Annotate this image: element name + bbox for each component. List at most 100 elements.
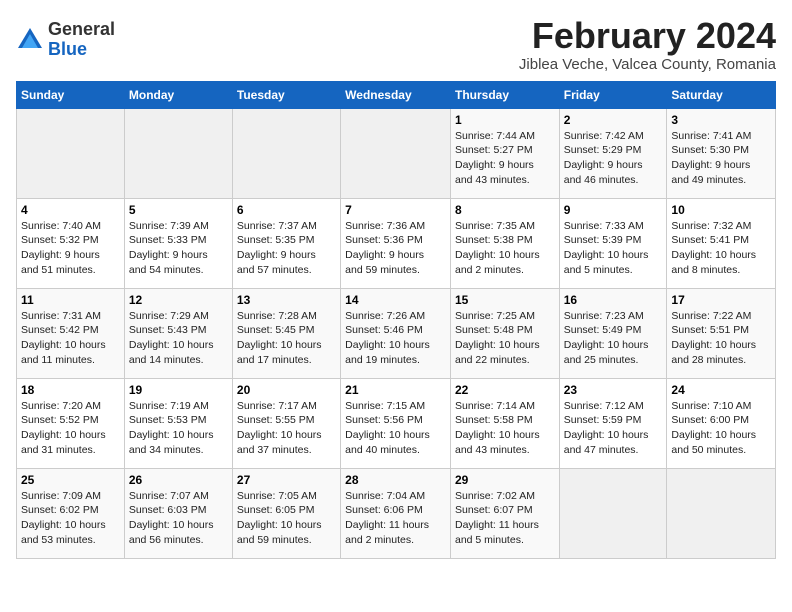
header-row: SundayMondayTuesdayWednesdayThursdayFrid…	[17, 81, 776, 108]
day-number: 12	[129, 293, 228, 307]
day-number: 2	[564, 113, 663, 127]
day-number: 18	[21, 383, 120, 397]
calendar-cell	[124, 108, 232, 198]
calendar-body: 1Sunrise: 7:44 AM Sunset: 5:27 PM Daylig…	[17, 108, 776, 558]
day-info: Sunrise: 7:40 AM Sunset: 5:32 PM Dayligh…	[21, 219, 120, 278]
calendar-cell: 24 Sunrise: 7:10 AM Sunset: 6:00 PM Dayli…	[667, 378, 776, 468]
calendar-cell: 28 Sunrise: 7:04 AM Sunset: 6:06 PM Dayli…	[341, 468, 451, 558]
calendar-cell: 25Sunrise: 7:09 AM Sunset: 6:02 PM Dayli…	[17, 468, 125, 558]
week-row-5: 25Sunrise: 7:09 AM Sunset: 6:02 PM Dayli…	[17, 468, 776, 558]
day-number: 15	[455, 293, 555, 307]
calendar-cell: 4 Sunrise: 7:40 AM Sunset: 5:32 PM Daylig…	[17, 198, 125, 288]
day-number: 11	[21, 293, 120, 307]
calendar-header: SundayMondayTuesdayWednesdayThursdayFrid…	[17, 81, 776, 108]
calendar-cell: 11 Sunrise: 7:31 AM Sunset: 5:42 PM Dayli…	[17, 288, 125, 378]
day-number: 13	[237, 293, 336, 307]
day-number: 21	[345, 383, 446, 397]
calendar-cell: 23 Sunrise: 7:12 AM Sunset: 5:59 PM Dayli…	[559, 378, 667, 468]
calendar-cell: 3 Sunrise: 7:41 AM Sunset: 5:30 PM Daylig…	[667, 108, 776, 198]
day-number: 3	[671, 113, 771, 127]
day-info: Sunrise: 7:04 AM Sunset: 6:06 PM Dayligh…	[345, 489, 446, 548]
header-day-saturday: Saturday	[667, 81, 776, 108]
day-info: Sunrise: 7:14 AM Sunset: 5:58 PM Dayligh…	[455, 399, 555, 458]
day-info: Sunrise: 7:19 AM Sunset: 5:53 PM Dayligh…	[129, 399, 228, 458]
day-info: Sunrise: 7:35 AM Sunset: 5:38 PM Dayligh…	[455, 219, 555, 278]
logo: General Blue	[16, 20, 115, 60]
day-info: Sunrise: 7:12 AM Sunset: 5:59 PM Dayligh…	[564, 399, 663, 458]
page-header: General Blue February 2024 Jiblea Veche,…	[16, 16, 776, 73]
day-number: 9	[564, 203, 663, 217]
calendar-cell: 17Sunrise: 7:22 AM Sunset: 5:51 PM Dayli…	[667, 288, 776, 378]
day-info: Sunrise: 7:02 AM Sunset: 6:07 PM Dayligh…	[455, 489, 555, 548]
day-number: 25	[21, 473, 120, 487]
header-day-friday: Friday	[559, 81, 667, 108]
subtitle: Jiblea Veche, Valcea County, Romania	[519, 56, 776, 73]
day-info: Sunrise: 7:05 AM Sunset: 6:05 PM Dayligh…	[237, 489, 336, 548]
day-number: 22	[455, 383, 555, 397]
day-info: Sunrise: 7:36 AM Sunset: 5:36 PM Dayligh…	[345, 219, 446, 278]
title-section: February 2024 Jiblea Veche, Valcea Count…	[519, 16, 776, 73]
calendar-cell: 2 Sunrise: 7:42 AM Sunset: 5:29 PM Daylig…	[559, 108, 667, 198]
day-number: 20	[237, 383, 336, 397]
day-info: Sunrise: 7:28 AM Sunset: 5:45 PM Dayligh…	[237, 309, 336, 368]
calendar-cell: 1Sunrise: 7:44 AM Sunset: 5:27 PM Daylig…	[450, 108, 559, 198]
calendar-cell: 29 Sunrise: 7:02 AM Sunset: 6:07 PM Dayli…	[450, 468, 559, 558]
day-info: Sunrise: 7:25 AM Sunset: 5:48 PM Dayligh…	[455, 309, 555, 368]
day-number: 10	[671, 203, 771, 217]
day-info: Sunrise: 7:15 AM Sunset: 5:56 PM Dayligh…	[345, 399, 446, 458]
day-info: Sunrise: 7:37 AM Sunset: 5:35 PM Dayligh…	[237, 219, 336, 278]
day-number: 27	[237, 473, 336, 487]
calendar-cell	[232, 108, 340, 198]
main-title: February 2024	[519, 16, 776, 56]
header-day-sunday: Sunday	[17, 81, 125, 108]
calendar-cell: 18 Sunrise: 7:20 AM Sunset: 5:52 PM Dayli…	[17, 378, 125, 468]
header-day-tuesday: Tuesday	[232, 81, 340, 108]
day-info: Sunrise: 7:42 AM Sunset: 5:29 PM Dayligh…	[564, 129, 663, 188]
calendar-cell: 10 Sunrise: 7:32 AM Sunset: 5:41 PM Dayli…	[667, 198, 776, 288]
day-info: Sunrise: 7:31 AM Sunset: 5:42 PM Dayligh…	[21, 309, 120, 368]
day-number: 6	[237, 203, 336, 217]
logo-icon	[16, 26, 44, 54]
calendar-cell	[17, 108, 125, 198]
day-number: 5	[129, 203, 228, 217]
calendar-cell: 8 Sunrise: 7:35 AM Sunset: 5:38 PM Daylig…	[450, 198, 559, 288]
day-info: Sunrise: 7:29 AM Sunset: 5:43 PM Dayligh…	[129, 309, 228, 368]
calendar-cell	[667, 468, 776, 558]
day-number: 29	[455, 473, 555, 487]
calendar-table: SundayMondayTuesdayWednesdayThursdayFrid…	[16, 81, 776, 559]
calendar-cell: 5Sunrise: 7:39 AM Sunset: 5:33 PM Daylig…	[124, 198, 232, 288]
day-info: Sunrise: 7:07 AM Sunset: 6:03 PM Dayligh…	[129, 489, 228, 548]
calendar-cell: 16Sunrise: 7:23 AM Sunset: 5:49 PM Dayli…	[559, 288, 667, 378]
week-row-2: 4 Sunrise: 7:40 AM Sunset: 5:32 PM Daylig…	[17, 198, 776, 288]
day-number: 19	[129, 383, 228, 397]
day-number: 1	[455, 113, 555, 127]
calendar-cell: 13 Sunrise: 7:28 AM Sunset: 5:45 PM Dayli…	[232, 288, 340, 378]
calendar-cell: 9 Sunrise: 7:33 AM Sunset: 5:39 PM Daylig…	[559, 198, 667, 288]
day-info: Sunrise: 7:23 AM Sunset: 5:49 PM Dayligh…	[564, 309, 663, 368]
calendar-cell: 14Sunrise: 7:26 AM Sunset: 5:46 PM Dayli…	[341, 288, 451, 378]
day-info: Sunrise: 7:20 AM Sunset: 5:52 PM Dayligh…	[21, 399, 120, 458]
calendar-cell	[341, 108, 451, 198]
week-row-4: 18 Sunrise: 7:20 AM Sunset: 5:52 PM Dayli…	[17, 378, 776, 468]
day-info: Sunrise: 7:10 AM Sunset: 6:00 PM Dayligh…	[671, 399, 771, 458]
day-number: 4	[21, 203, 120, 217]
calendar-cell: 19 Sunrise: 7:19 AM Sunset: 5:53 PM Dayli…	[124, 378, 232, 468]
day-number: 28	[345, 473, 446, 487]
header-day-thursday: Thursday	[450, 81, 559, 108]
day-number: 8	[455, 203, 555, 217]
day-info: Sunrise: 7:17 AM Sunset: 5:55 PM Dayligh…	[237, 399, 336, 458]
day-number: 23	[564, 383, 663, 397]
day-number: 24	[671, 383, 771, 397]
day-info: Sunrise: 7:32 AM Sunset: 5:41 PM Dayligh…	[671, 219, 771, 278]
calendar-cell: 22 Sunrise: 7:14 AM Sunset: 5:58 PM Dayli…	[450, 378, 559, 468]
calendar-cell: 15 Sunrise: 7:25 AM Sunset: 5:48 PM Dayli…	[450, 288, 559, 378]
day-number: 26	[129, 473, 228, 487]
calendar-cell: 6 Sunrise: 7:37 AM Sunset: 5:35 PM Daylig…	[232, 198, 340, 288]
header-day-monday: Monday	[124, 81, 232, 108]
day-number: 14	[345, 293, 446, 307]
logo-general-text: General	[48, 20, 115, 40]
day-info: Sunrise: 7:41 AM Sunset: 5:30 PM Dayligh…	[671, 129, 771, 188]
logo-blue-text: Blue	[48, 40, 115, 60]
day-info: Sunrise: 7:33 AM Sunset: 5:39 PM Dayligh…	[564, 219, 663, 278]
logo-text: General Blue	[48, 20, 115, 60]
